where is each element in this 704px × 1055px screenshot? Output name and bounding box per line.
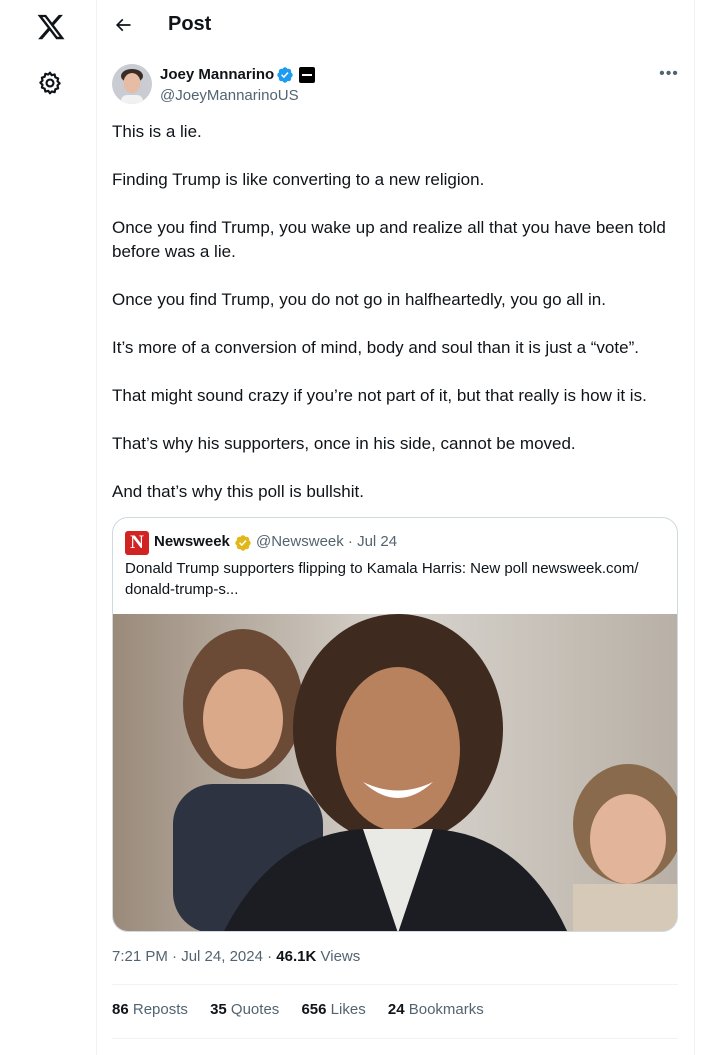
post-text: This is a lie. Finding Trump is like con… <box>112 120 682 528</box>
post-paragraph: And that’s why this poll is bullshit. <box>112 482 364 501</box>
quoted-handle-date: @Newsweek · Jul 24 <box>256 533 398 550</box>
quotes-count: 35 <box>210 1001 227 1018</box>
author-handle[interactable]: @JoeyMannarinoUS <box>160 87 299 104</box>
likes-count: 656 <box>301 1001 327 1018</box>
quoted-author-name[interactable]: Newsweek <box>154 533 230 550</box>
post-meta: 7:21 PM · Jul 24, 2024 · 46.1K Views <box>112 948 360 965</box>
likes-label: Likes <box>330 1001 366 1018</box>
post-paragraph: Once you find Trump, you do not go in ha… <box>112 290 606 309</box>
newsweek-logo-icon: N <box>125 531 149 555</box>
reposts-label: Reposts <box>132 1001 188 1018</box>
post-paragraph: That’s why his supporters, once in his s… <box>112 434 576 453</box>
more-options-icon[interactable]: ••• <box>659 64 679 84</box>
quoted-post-image[interactable] <box>113 614 678 932</box>
author-avatar[interactable] <box>112 64 152 104</box>
divider <box>112 1038 678 1039</box>
bookmarks-count: 24 <box>387 1001 405 1018</box>
post-paragraph: Once you find Trump, you wake up and rea… <box>112 218 666 261</box>
gold-verified-badge-icon <box>235 535 251 551</box>
post-paragraph: It’s more of a conversion of mind, body … <box>112 338 639 357</box>
verified-badge-icon <box>277 67 293 83</box>
column-divider-left <box>96 0 97 1055</box>
meta-separator: · <box>267 948 277 965</box>
quotes-stat[interactable]: 35 Quotes <box>210 1001 279 1018</box>
post-paragraph: This is a lie. <box>112 122 202 141</box>
affiliation-badge-icon[interactable] <box>299 67 315 83</box>
views-count: 46.1K <box>276 948 317 965</box>
left-nav <box>0 0 96 1055</box>
bookmarks-stat[interactable]: 24 Bookmarks <box>388 1001 484 1018</box>
post-time[interactable]: 7:21 PM <box>112 948 168 965</box>
divider <box>112 984 678 985</box>
quoted-post-text: Donald Trump supporters flipping to Kama… <box>125 560 639 598</box>
reposts-count: 86 <box>112 1001 129 1018</box>
x-logo-icon[interactable] <box>36 12 66 42</box>
meta-separator: · <box>172 948 182 965</box>
quoted-post-card[interactable]: N Newsweek @Newsweek · Jul 24 Donald Tru… <box>112 517 678 932</box>
post-date[interactable]: Jul 24, 2024 <box>181 948 263 965</box>
settings-gear-icon[interactable] <box>37 70 63 96</box>
views-label: Views <box>320 948 361 965</box>
page-header: Post <box>97 0 694 52</box>
likes-stat[interactable]: 656 Likes <box>301 1001 365 1018</box>
engagement-stats: 86 Reposts 35 Quotes 656 Likes 24 Bookma… <box>112 1001 502 1018</box>
page-title: Post <box>168 13 212 35</box>
post-paragraph: Finding Trump is like converting to a ne… <box>112 170 485 189</box>
post-paragraph: That might sound crazy if you’re not par… <box>112 386 647 405</box>
author-name[interactable]: Joey Mannarino <box>160 66 274 83</box>
bookmarks-label: Bookmarks <box>408 1001 484 1018</box>
reposts-stat[interactable]: 86 Reposts <box>112 1001 188 1018</box>
back-arrow-icon[interactable] <box>113 15 133 35</box>
quotes-label: Quotes <box>230 1001 280 1018</box>
column-divider-right <box>694 0 695 1055</box>
app: Post Joey Mannarino @JoeyMannarinoUS •••… <box>0 0 704 1055</box>
